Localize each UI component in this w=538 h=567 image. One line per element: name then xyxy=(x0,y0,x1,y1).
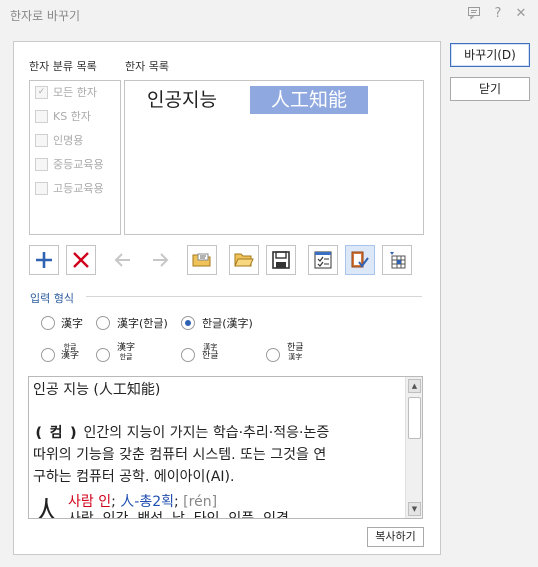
category-item-high-school[interactable]: 고등교육용 xyxy=(35,181,104,197)
close-icon[interactable]: ✕ xyxy=(513,6,529,22)
format-label-ruby-2: 漢字 한글 xyxy=(117,343,136,361)
category-list-label: 한자 분류 목록 xyxy=(29,60,97,73)
hanja-candidate[interactable]: 人工知能 xyxy=(250,86,368,114)
checklist-icon xyxy=(314,251,332,269)
format-label-ruby-1: 한글 漢字 xyxy=(61,343,80,361)
result-hanja-meanings: 사람, 인간, 백성, 남, 타인, 인품, 인격 xyxy=(68,511,289,519)
add-button[interactable] xyxy=(29,245,59,275)
result-definition-line-3: 구하는 컴퓨터 공학. 에이아이(AI). xyxy=(33,469,235,485)
result-definition-line-1: ❪ 컴 ❫ 인간의 지능이 가지는 학습·추리·적응·논증 xyxy=(33,425,330,441)
hanja-convert-dialog: 한자로 바꾸기 ? ✕ 바꾸기(D) 닫기 한자 분류 목록 한자 목록 ✓ 모든… xyxy=(0,0,538,567)
source-word: 인공지능 xyxy=(147,89,217,111)
close-button[interactable]: 닫기 xyxy=(450,77,530,101)
delete-icon xyxy=(73,252,89,268)
format-radio-ruby-hangul-under[interactable] xyxy=(181,348,195,362)
category-item-name[interactable]: 인명용 xyxy=(35,133,83,149)
move-right-button[interactable] xyxy=(145,245,175,275)
hanja-list-label: 한자 목록 xyxy=(125,60,169,73)
checkbox-icon[interactable] xyxy=(35,109,48,123)
format-label-hanja-hangul: 漢字(한글) xyxy=(117,317,168,330)
open-button[interactable] xyxy=(229,245,259,275)
dictionary-result[interactable]: 인공 지능 (人工知能) ❪ 컴 ❫ 인간의 지능이 가지는 학습·추리·적응·… xyxy=(28,376,423,519)
dictionary-check-button[interactable] xyxy=(345,245,375,275)
result-scrollbar[interactable]: ▲ ▼ xyxy=(405,377,422,518)
arrow-left-icon xyxy=(114,253,130,267)
scroll-up-icon[interactable]: ▲ xyxy=(408,379,421,393)
scroll-thumb[interactable] xyxy=(408,397,421,439)
hanja-list[interactable]: 인공지능 人工知能 xyxy=(124,80,424,235)
format-label-hangul-hanja: 한글(漢字) xyxy=(202,317,253,330)
category-item-middle-school[interactable]: 중등교육용 xyxy=(35,157,104,173)
format-radio-ruby-hanja-under[interactable] xyxy=(266,348,280,362)
save-button[interactable] xyxy=(266,245,296,275)
format-label-ruby-3: 漢字 한글 xyxy=(202,343,219,361)
checkbox-icon[interactable] xyxy=(35,181,48,195)
format-radio-hangul-hanja[interactable] xyxy=(181,316,195,330)
grid-import-button[interactable] xyxy=(382,245,412,275)
result-hanja-char: 人 xyxy=(33,497,60,519)
checkbox-icon[interactable] xyxy=(35,133,48,147)
checklist-button[interactable] xyxy=(308,245,338,275)
book-check-icon xyxy=(351,251,369,268)
move-left-button[interactable] xyxy=(108,245,138,275)
format-radio-hanja[interactable] xyxy=(41,316,55,330)
category-item-all[interactable]: ✓ 모든 한자 xyxy=(35,85,97,101)
window-title: 한자로 바꾸기 xyxy=(10,9,81,23)
grid-import-icon xyxy=(390,252,406,269)
open-folder-text-icon xyxy=(192,253,211,267)
format-radio-hanja-hangul[interactable] xyxy=(96,316,110,330)
open-text-button[interactable] xyxy=(187,245,217,275)
format-radio-ruby-hanja-over-hangul[interactable] xyxy=(96,348,110,362)
input-format-label: 입력 형식 xyxy=(30,292,74,305)
help-icon[interactable]: ? xyxy=(490,6,506,22)
save-icon xyxy=(272,251,290,269)
checkbox-icon[interactable]: ✓ xyxy=(35,85,48,99)
format-radio-ruby-hangul-over-hanja[interactable] xyxy=(41,348,55,362)
copy-button[interactable]: 복사하기 xyxy=(367,527,424,547)
delete-button[interactable] xyxy=(66,245,96,275)
chat-icon[interactable] xyxy=(466,6,482,22)
category-item-ks[interactable]: KS 한자 xyxy=(35,109,91,125)
format-label-ruby-4: 한글 漢字 xyxy=(287,343,304,361)
scroll-down-icon[interactable]: ▼ xyxy=(408,502,421,516)
title-bar: 한자로 바꾸기 ? ✕ xyxy=(0,0,538,30)
section-divider xyxy=(86,296,422,297)
checkbox-icon[interactable] xyxy=(35,157,48,171)
add-icon xyxy=(36,252,52,268)
result-headword: 인공 지능 (人工知能) xyxy=(33,382,161,398)
arrow-right-icon xyxy=(153,253,169,267)
open-folder-icon xyxy=(234,253,254,267)
result-definition-line-2: 따위의 기능을 갖춘 컴퓨터 시스템. 또는 그것을 연 xyxy=(33,447,327,463)
format-label-hanja: 漢字 xyxy=(61,317,83,330)
category-list[interactable]: ✓ 모든 한자 KS 한자 인명용 중등교육용 고등교육용 xyxy=(29,80,121,235)
convert-button[interactable]: 바꾸기(D) xyxy=(450,43,530,67)
